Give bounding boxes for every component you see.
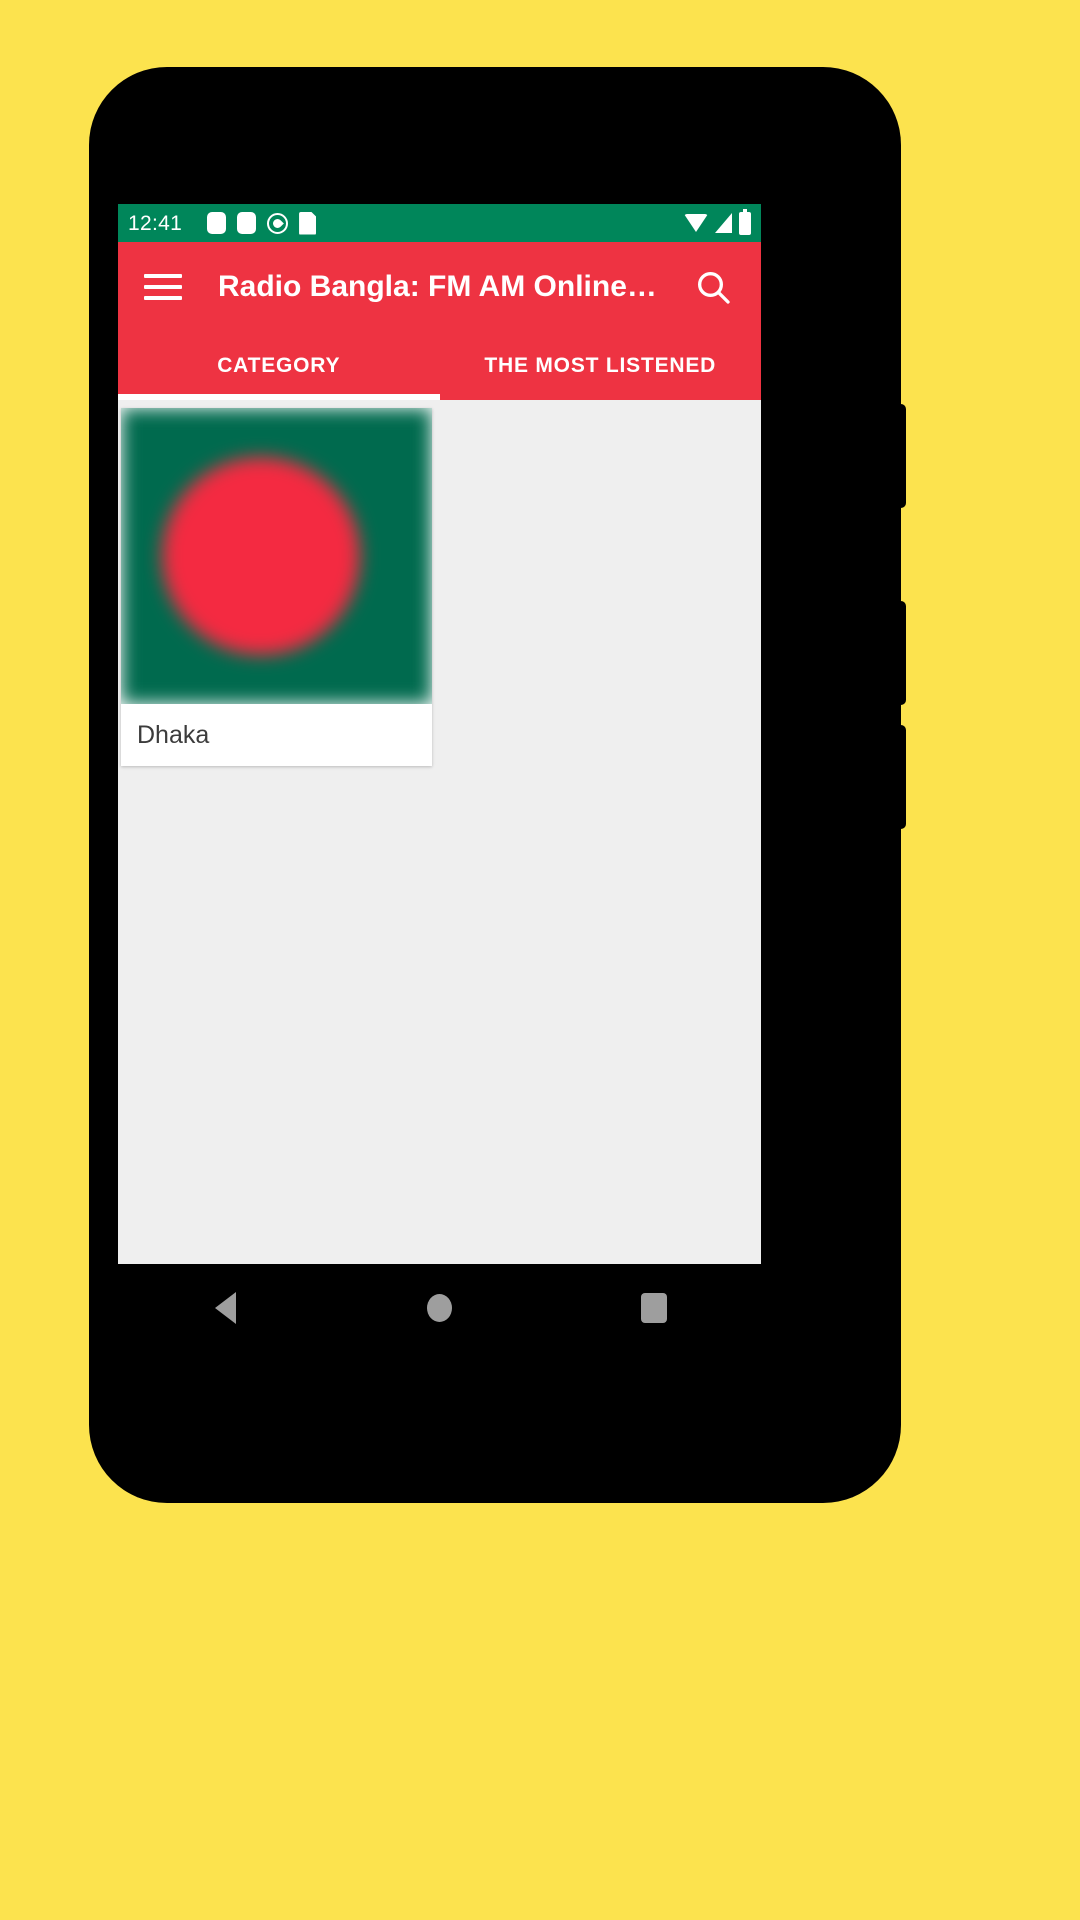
station-grid: Dhaka (118, 400, 761, 1206)
volume-up-button[interactable] (898, 601, 906, 705)
tab-the-most-listened[interactable]: THE MOST LISTENED (440, 332, 762, 400)
rounded-square-icon (237, 212, 257, 234)
tab-category[interactable]: CATEGORY (118, 332, 440, 400)
adblock-circle-icon (267, 212, 289, 234)
station-label: Dhaka (137, 720, 210, 749)
station-card[interactable]: Dhaka (121, 408, 432, 766)
sdcard-icon (299, 211, 317, 235)
bangladesh-flag-icon (121, 408, 432, 704)
search-icon[interactable] (691, 265, 735, 309)
status-bar-right-group (684, 208, 751, 235)
power-button[interactable] (898, 404, 906, 508)
status-bar-left-group: 12:41 (128, 211, 684, 235)
rounded-square-icon (207, 212, 227, 234)
back-triangle-icon[interactable] (187, 1270, 263, 1346)
tab-bar: CATEGORY THE MOST LISTENED (118, 332, 761, 400)
wifi-icon (684, 214, 708, 232)
volume-down-button[interactable] (898, 725, 906, 829)
android-navigation-bar (118, 1264, 761, 1352)
battery-icon (739, 208, 751, 235)
phone-screen: 12:41 Radio Bangla: FM AM Online… CATEGO… (118, 204, 761, 1264)
home-circle-icon[interactable] (401, 1270, 477, 1346)
recents-square-icon[interactable] (616, 1270, 692, 1346)
app-bar: Radio Bangla: FM AM Online… (118, 242, 761, 332)
station-thumbnail (121, 408, 432, 704)
status-bar-clock: 12:41 (128, 211, 183, 235)
status-bar: 12:41 (118, 204, 761, 242)
signal-icon (715, 213, 732, 233)
hamburger-menu-icon[interactable] (144, 266, 186, 308)
page-title: Radio Bangla: FM AM Online… (218, 270, 657, 303)
